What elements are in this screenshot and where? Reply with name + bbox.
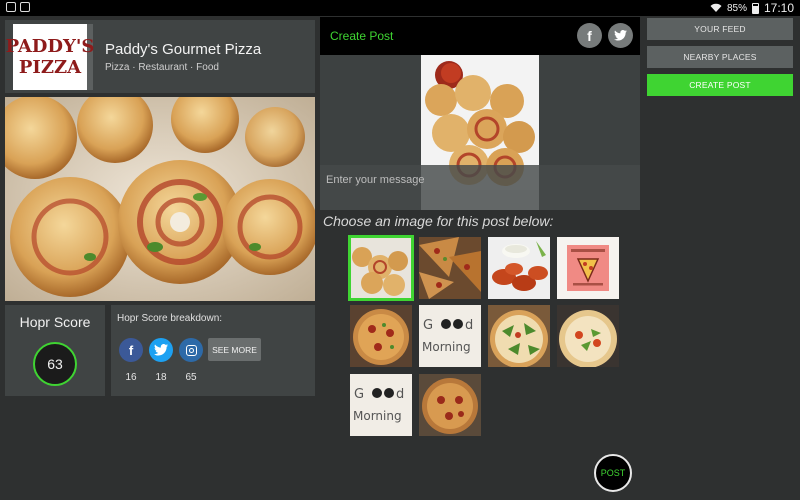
see-more-button[interactable]: SEE MORE [208, 338, 261, 361]
business-categories: Pizza · Restaurant · Food [105, 62, 219, 73]
svg-text:d: d [396, 387, 404, 402]
notification-icons [6, 2, 30, 12]
hopr-score-value: 63 [33, 342, 77, 386]
svg-text:Morning: Morning [422, 340, 471, 354]
wifi-icon [710, 3, 722, 12]
photo-icon [20, 2, 30, 12]
choose-image-label: Choose an image for this post below: [323, 213, 554, 229]
hopr-score-title: Hopr Score [19, 314, 91, 330]
share-facebook-icon[interactable]: f [577, 23, 602, 48]
nav-create-post-button[interactable]: CREATE POST [647, 74, 793, 96]
post-button[interactable]: POST [594, 454, 632, 492]
business-cover-photo [5, 97, 315, 301]
post-composer: Enter your message [320, 55, 640, 210]
message-placeholder: Enter your message [326, 174, 425, 186]
instagram-icon[interactable] [179, 338, 203, 362]
instagram-count: 65 [185, 372, 197, 383]
twitter-icon[interactable] [149, 338, 173, 362]
business-header: PADDY'S PIZZA Paddy's Gourmet Pizza Pizz… [5, 20, 315, 93]
battery-percent: 85% [726, 2, 747, 14]
svg-text:Morning: Morning [353, 409, 402, 423]
svg-text:G: G [423, 318, 433, 333]
create-post-header: Create Post f [320, 17, 640, 55]
hopr-score-breakdown: Hopr Score breakdown: f SEE MORE 16 18 6… [111, 305, 315, 396]
image-thumbnail-chicken-wings[interactable] [488, 237, 550, 299]
system-status: 85% 17:10 [710, 1, 794, 15]
image-thumbnail-good-morning[interactable]: Gd Morning [419, 305, 481, 367]
status-bar: 85% 17:10 [0, 0, 800, 16]
business-name: Paddy's Gourmet Pizza [105, 41, 262, 58]
svg-text:G: G [354, 387, 364, 402]
image-thumbnail-pizza-slices[interactable] [419, 237, 481, 299]
share-twitter-icon[interactable] [608, 23, 633, 48]
logo-line-1: PADDY'S [5, 36, 95, 57]
twitter-count: 18 [155, 372, 167, 383]
gallery-icon [6, 2, 16, 12]
business-logo: PADDY'S PIZZA [6, 24, 94, 90]
battery-icon [751, 2, 759, 14]
image-thumbnail-pizza[interactable] [350, 305, 412, 367]
image-thumbnail-pizza-pie[interactable] [419, 374, 481, 436]
breakdown-title: Hopr Score breakdown: [117, 313, 223, 324]
image-thumbnail-pizza-rolls[interactable] [348, 235, 414, 301]
nav-your-feed-button[interactable]: YOUR FEED [647, 18, 793, 40]
image-thumbnail-pizza-arugula[interactable] [488, 305, 550, 367]
create-post-title: Create Post [330, 29, 394, 43]
image-thumbnail-pizza-logo[interactable] [557, 237, 619, 299]
svg-text:d: d [465, 318, 473, 333]
logo-line-2: PIZZA [18, 57, 82, 78]
facebook-icon[interactable]: f [119, 338, 143, 362]
message-input[interactable]: Enter your message [320, 165, 640, 210]
image-thumbnail-good-morning-2[interactable]: Gd Morning [350, 374, 412, 436]
facebook-count: 16 [125, 372, 137, 383]
clock: 17:10 [763, 1, 794, 15]
hopr-score-card: Hopr Score 63 [5, 305, 105, 396]
nav-nearby-places-button[interactable]: NEARBY PLACES [647, 46, 793, 68]
image-thumbnail-pizza-greens[interactable] [557, 305, 619, 367]
